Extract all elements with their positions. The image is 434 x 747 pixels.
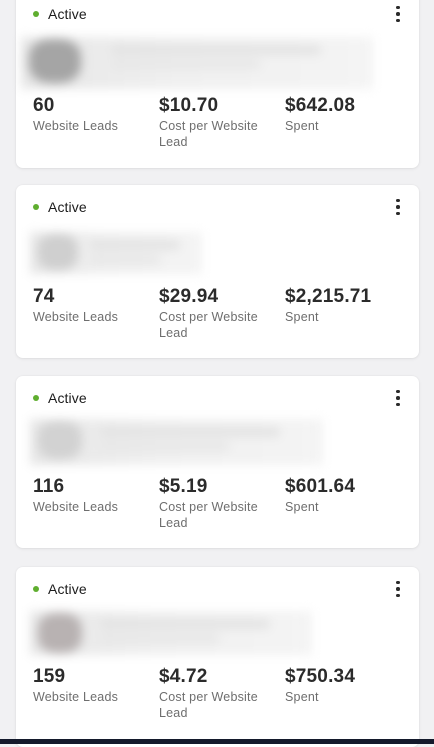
metric-label: Cost per Website Lead	[159, 690, 258, 720]
more-options-icon[interactable]	[390, 198, 406, 216]
campaign-card[interactable]: Active 74 Website Leads $29.94 Cost per …	[16, 185, 419, 358]
metric-value: $642.08	[285, 95, 356, 116]
metric-label: Website Leads	[33, 119, 119, 133]
metric-value: 116	[33, 476, 65, 497]
status-indicator: Active	[33, 198, 87, 216]
metric-cost-per-lead: $4.72 Cost per Website Lead	[159, 666, 277, 721]
metrics-row: 159 Website Leads $4.72 Cost per Website…	[33, 666, 413, 726]
metric-value: 159	[33, 666, 66, 687]
metric-cost-per-lead: $29.94 Cost per Website Lead	[159, 286, 277, 341]
ad-preview-blurred[interactable]	[30, 419, 323, 465]
metrics-row: 74 Website Leads $29.94 Cost per Website…	[33, 286, 413, 346]
metric-spent: $2,215.71 Spent	[285, 286, 410, 325]
metric-value: $2,215.71	[285, 286, 372, 307]
campaign-card[interactable]: Active 159 Website Leads $4.72 Cost per …	[16, 567, 419, 747]
status-label: Active	[48, 6, 87, 22]
metrics-row: 60 Website Leads $10.70 Cost per Website…	[33, 95, 413, 155]
metric-spent: $642.08 Spent	[285, 95, 410, 134]
metric-value: $5.19	[159, 476, 208, 497]
status-label: Active	[48, 390, 87, 406]
metric-label: Website Leads	[33, 310, 119, 324]
metric-value: $29.94	[159, 286, 219, 307]
status-label: Active	[48, 581, 87, 597]
status-label: Active	[48, 199, 87, 215]
more-options-icon[interactable]	[390, 5, 406, 23]
bottom-edge-bar	[0, 739, 434, 744]
metric-label: Spent	[285, 310, 319, 324]
more-options-icon[interactable]	[390, 580, 406, 598]
ad-preview-blurred[interactable]	[30, 611, 312, 655]
metric-label: Website Leads	[33, 690, 119, 704]
status-dot-icon	[33, 586, 39, 592]
status-indicator: Active	[33, 5, 87, 23]
metric-label: Website Leads	[33, 500, 119, 514]
metric-spent: $601.64 Spent	[285, 476, 410, 515]
campaign-card[interactable]: Active 60 Website Leads $10.70 Cost per …	[16, 0, 419, 168]
metric-website-leads: 74 Website Leads	[33, 286, 148, 325]
metric-value: $750.34	[285, 666, 356, 687]
more-options-icon[interactable]	[390, 389, 406, 407]
metric-value: $10.70	[159, 95, 219, 116]
metric-label: Cost per Website Lead	[159, 119, 258, 149]
metric-cost-per-lead: $10.70 Cost per Website Lead	[159, 95, 277, 150]
metric-label: Cost per Website Lead	[159, 310, 258, 340]
metric-label: Spent	[285, 500, 319, 514]
metric-value: 74	[33, 286, 55, 307]
metric-value: $4.72	[159, 666, 208, 687]
metric-website-leads: 60 Website Leads	[33, 95, 148, 134]
status-dot-icon	[33, 11, 39, 17]
campaign-card[interactable]: Active 116 Website Leads $5.19 Cost per …	[16, 376, 419, 548]
metric-value: $601.64	[285, 476, 356, 497]
metric-website-leads: 159 Website Leads	[33, 666, 148, 705]
ad-preview-blurred[interactable]	[21, 37, 373, 89]
status-indicator: Active	[33, 580, 87, 598]
metric-label: Spent	[285, 690, 319, 704]
metric-value: 60	[33, 95, 55, 116]
metric-spent: $750.34 Spent	[285, 666, 410, 705]
metric-website-leads: 116 Website Leads	[33, 476, 148, 515]
metric-label: Cost per Website Lead	[159, 500, 258, 530]
status-dot-icon	[33, 395, 39, 401]
metrics-row: 116 Website Leads $5.19 Cost per Website…	[33, 476, 413, 536]
metric-label: Spent	[285, 119, 319, 133]
ad-preview-blurred[interactable]	[30, 232, 202, 274]
metric-cost-per-lead: $5.19 Cost per Website Lead	[159, 476, 277, 531]
status-dot-icon	[33, 204, 39, 210]
status-indicator: Active	[33, 389, 87, 407]
